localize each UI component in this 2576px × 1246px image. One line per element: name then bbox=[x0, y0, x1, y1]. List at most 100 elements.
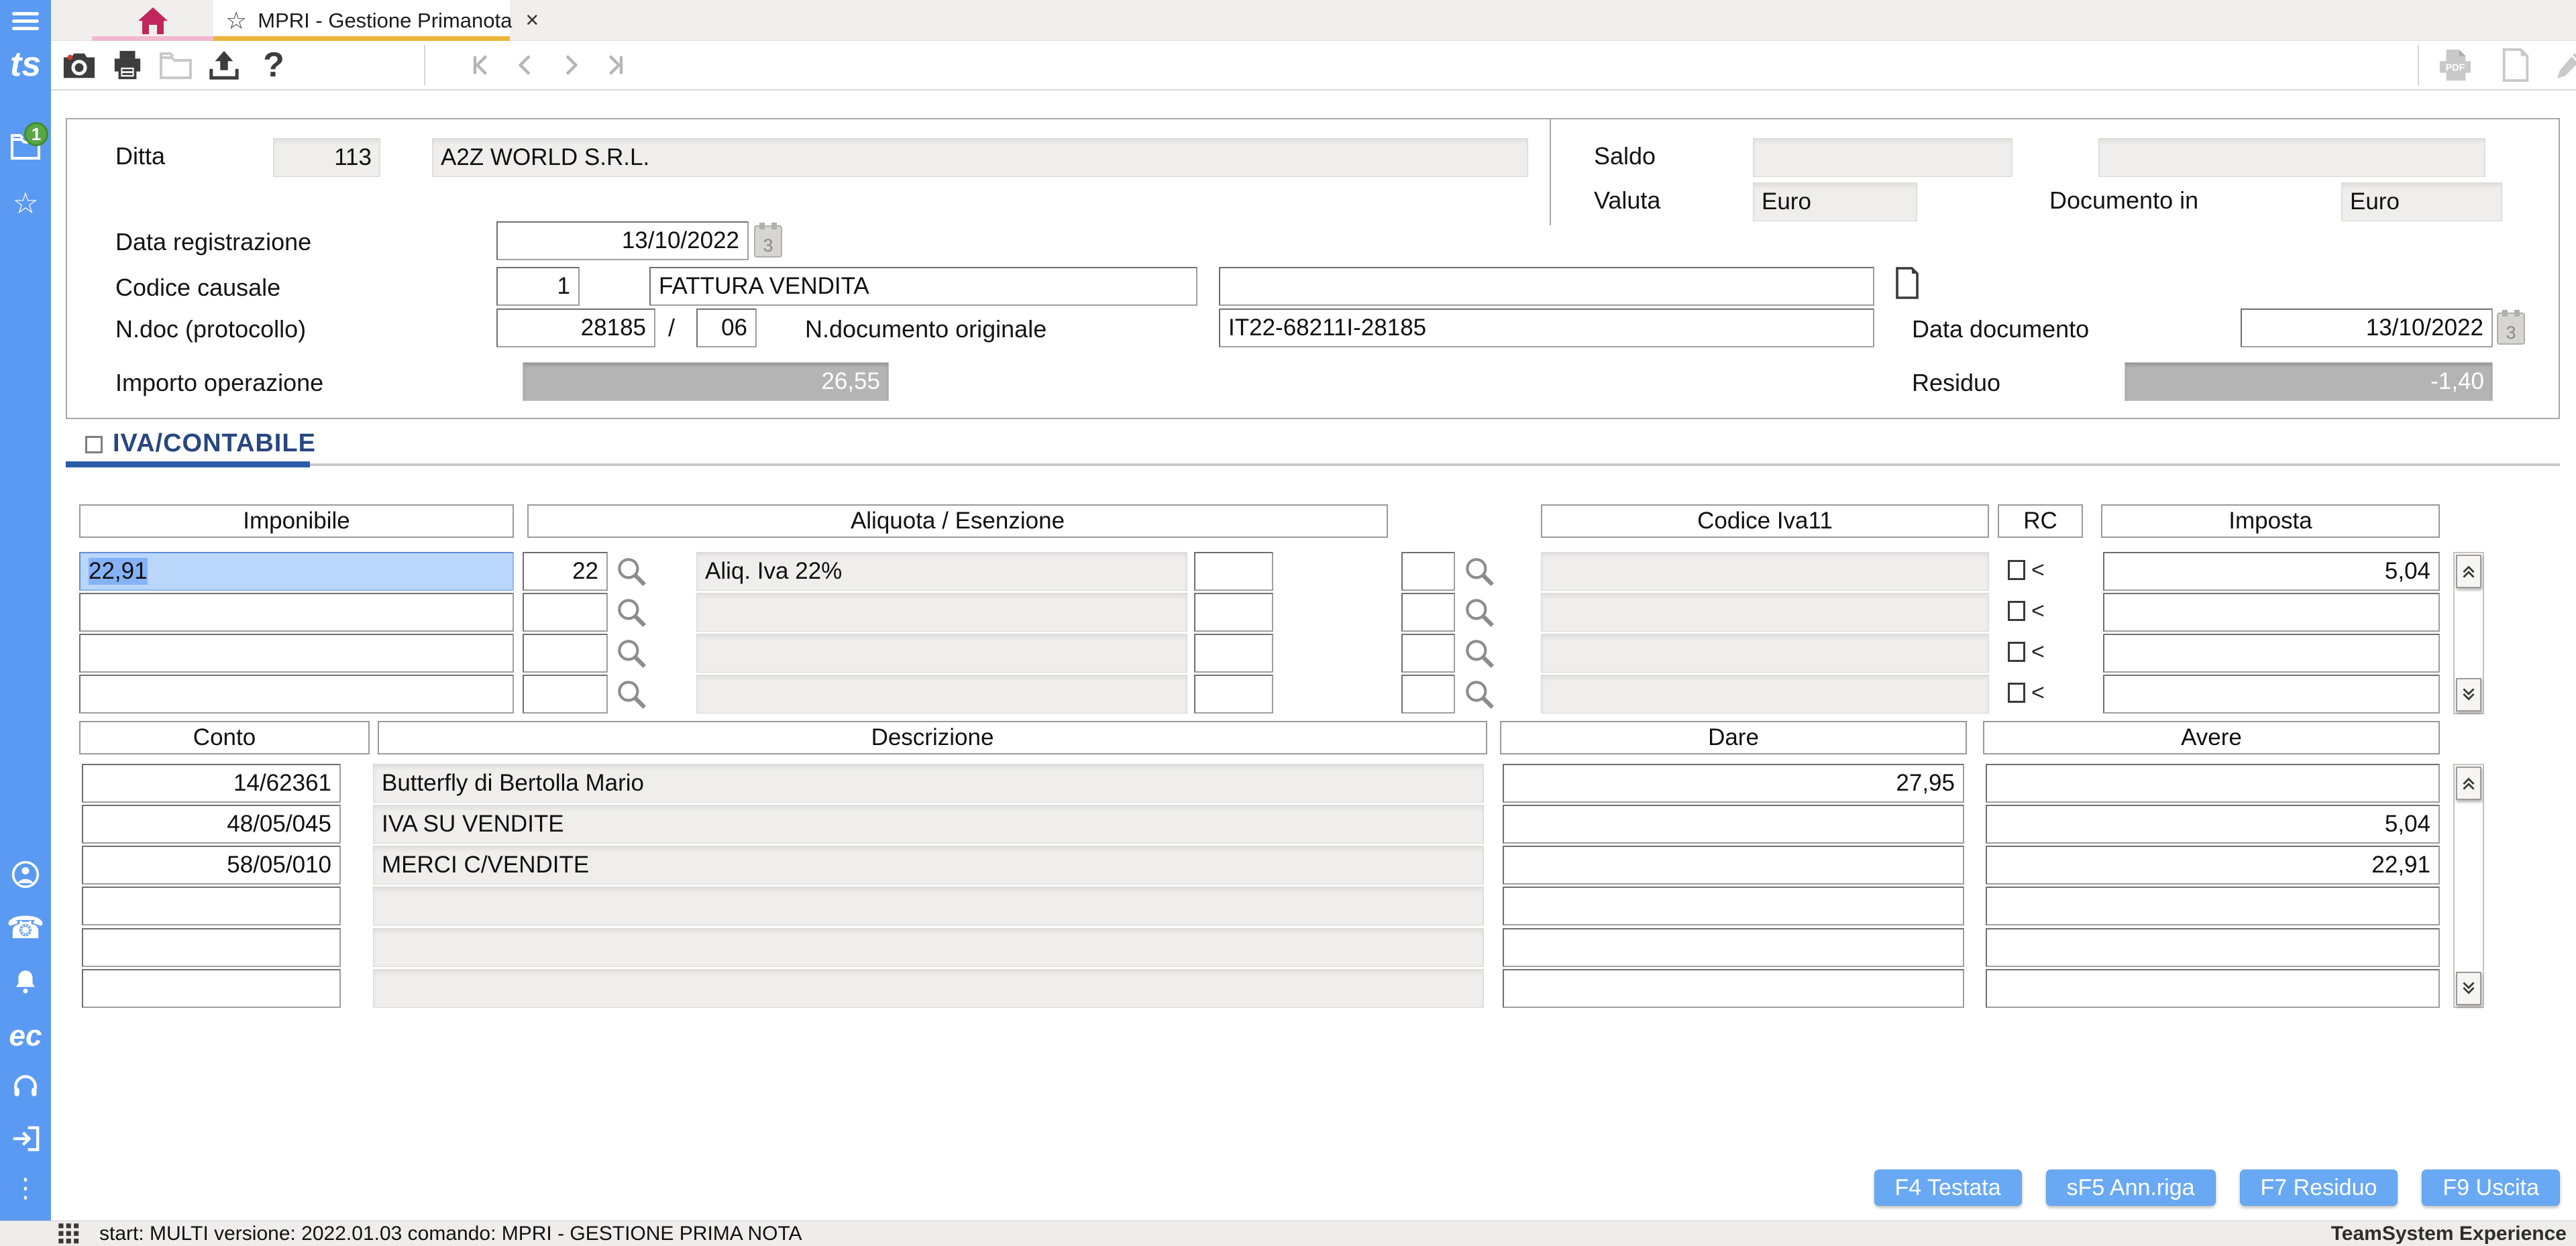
notifications-bell-icon[interactable] bbox=[0, 967, 51, 995]
iva-imponibile-field[interactable] bbox=[79, 593, 514, 632]
ec-logo-icon[interactable]: ec bbox=[0, 1019, 51, 1053]
scroll-down-icon[interactable] bbox=[2456, 972, 2481, 1005]
edit-pencil-icon[interactable] bbox=[2552, 48, 2576, 82]
open-folder-icon[interactable] bbox=[158, 48, 193, 82]
iva-imponibile-field[interactable] bbox=[79, 675, 514, 714]
iva-imponibile-field[interactable] bbox=[79, 634, 514, 673]
nav-prev-icon[interactable] bbox=[508, 48, 543, 82]
search-aliquota-icon[interactable] bbox=[614, 677, 648, 714]
ndoc-field[interactable]: 28185 bbox=[496, 308, 655, 347]
rc-checkbox[interactable] bbox=[2008, 683, 2025, 703]
document-page-icon[interactable] bbox=[1894, 267, 1920, 302]
iva-imposta-field[interactable] bbox=[2103, 593, 2440, 632]
phone-icon[interactable]: ☎ bbox=[0, 912, 51, 943]
tab-mpri-gestione-primanota[interactable]: ☆ MPRI - Gestione Primanota × bbox=[213, 0, 510, 41]
rc-checkbox[interactable] bbox=[2008, 560, 2025, 580]
dare-field[interactable] bbox=[1503, 846, 1964, 885]
calendar-icon-2[interactable]: 3 bbox=[2497, 313, 2525, 345]
search-codice-icon[interactable] bbox=[1462, 555, 1496, 591]
help-icon[interactable]: ? bbox=[256, 48, 291, 82]
iva-imposta-field[interactable]: 5,04 bbox=[2103, 552, 2440, 591]
rc-checkbox[interactable] bbox=[2008, 601, 2025, 621]
conto-field[interactable] bbox=[82, 887, 341, 925]
upload-icon[interactable] bbox=[207, 48, 241, 82]
ndoc-suffix-field[interactable]: 06 bbox=[696, 308, 757, 347]
codice-causale-field[interactable]: 1 bbox=[496, 267, 580, 306]
avere-field[interactable] bbox=[1986, 928, 2440, 967]
avere-field[interactable] bbox=[1986, 764, 2440, 803]
search-aliquota-icon[interactable] bbox=[614, 636, 648, 673]
conto-field[interactable]: 48/05/045 bbox=[82, 805, 341, 844]
search-codice-icon[interactable] bbox=[1462, 636, 1496, 673]
iva-imposta-field[interactable] bbox=[2103, 675, 2440, 714]
iva-esenzione-field[interactable] bbox=[1194, 593, 1273, 632]
iva-scrollbar[interactable] bbox=[2453, 552, 2484, 714]
search-codice-icon[interactable] bbox=[1462, 596, 1496, 632]
sf5-annulla-riga-button[interactable]: sF5 Ann.riga bbox=[2046, 1170, 2216, 1206]
tab-iva-contabile[interactable]: IVA/CONTABILE bbox=[113, 429, 316, 458]
iva-aliquota-field[interactable]: 22 bbox=[523, 552, 608, 591]
causale-extra-field[interactable] bbox=[1219, 267, 1874, 306]
iva-codice-field[interactable] bbox=[1401, 634, 1455, 673]
tab-favorite-star-icon[interactable]: ☆ bbox=[225, 7, 247, 35]
iva-esenzione-field[interactable] bbox=[1194, 634, 1273, 673]
dare-field[interactable] bbox=[1503, 887, 1964, 925]
scroll-up-icon[interactable] bbox=[2456, 555, 2481, 588]
iva-esenzione-field[interactable] bbox=[1194, 675, 1273, 714]
scroll-down-icon[interactable] bbox=[2456, 678, 2481, 712]
iva-aliquota-field[interactable] bbox=[523, 593, 608, 632]
logout-icon[interactable] bbox=[0, 1125, 51, 1152]
rc-mark: < bbox=[2031, 598, 2045, 624]
more-options-icon[interactable]: ⋮ bbox=[0, 1175, 51, 1202]
avere-field[interactable]: 22,91 bbox=[1986, 846, 2440, 885]
iva-aliquota-field[interactable] bbox=[523, 675, 608, 714]
tab-close-icon[interactable]: × bbox=[512, 7, 539, 34]
avere-field[interactable]: 5,04 bbox=[1986, 805, 2440, 844]
favorites-star-icon[interactable]: ☆ bbox=[0, 189, 51, 219]
dare-field[interactable]: 27,95 bbox=[1503, 764, 1964, 803]
section-checkbox[interactable] bbox=[85, 436, 103, 453]
app-grid-icon[interactable] bbox=[58, 1223, 80, 1245]
conto-field[interactable] bbox=[82, 969, 341, 1008]
hamburger-menu-icon[interactable] bbox=[12, 12, 39, 31]
calendar-icon[interactable]: 3 bbox=[754, 225, 782, 258]
data-registrazione-field[interactable]: 13/10/2022 bbox=[496, 221, 749, 260]
avere-field[interactable] bbox=[1986, 887, 2440, 925]
home-tab[interactable] bbox=[92, 0, 213, 41]
f9-uscita-button[interactable]: F9 Uscita bbox=[2422, 1170, 2560, 1206]
export-pdf-icon[interactable]: PDF bbox=[2438, 48, 2473, 82]
nav-last-icon[interactable] bbox=[597, 48, 632, 82]
dare-field[interactable] bbox=[1503, 969, 1964, 1008]
nav-next-icon[interactable] bbox=[553, 48, 588, 82]
iva-codice-field[interactable] bbox=[1401, 552, 1455, 591]
iva-esenzione-field[interactable] bbox=[1194, 552, 1273, 591]
new-document-icon[interactable] bbox=[2498, 48, 2533, 82]
iva-codice-field[interactable] bbox=[1401, 593, 1455, 632]
iva-aliquota-field[interactable] bbox=[523, 634, 608, 673]
f4-testata-button[interactable]: F4 Testata bbox=[1874, 1170, 2022, 1206]
iva-imposta-field[interactable] bbox=[2103, 634, 2440, 673]
iva-codice-field[interactable] bbox=[1401, 675, 1455, 714]
conti-scrollbar[interactable] bbox=[2453, 764, 2484, 1008]
support-headset-icon[interactable] bbox=[0, 1072, 51, 1101]
f7-residuo-button[interactable]: F7 Residuo bbox=[2240, 1170, 2398, 1206]
search-codice-icon[interactable] bbox=[1462, 677, 1496, 714]
conto-field[interactable]: 14/62361 bbox=[82, 764, 341, 803]
causale-descrizione-field[interactable]: FATTURA VENDITA bbox=[649, 267, 1197, 306]
conto-field[interactable]: 58/05/010 bbox=[82, 846, 341, 885]
ndoc-originale-field[interactable]: IT22-68211I-28185 bbox=[1219, 308, 1874, 347]
screenshot-camera-icon[interactable] bbox=[62, 48, 97, 82]
data-documento-field[interactable]: 13/10/2022 bbox=[2241, 308, 2493, 347]
conto-field[interactable] bbox=[82, 928, 341, 967]
nav-first-icon[interactable] bbox=[464, 48, 499, 82]
search-aliquota-icon[interactable] bbox=[614, 555, 648, 591]
user-profile-icon[interactable] bbox=[0, 860, 51, 889]
print-icon[interactable] bbox=[110, 48, 145, 82]
rc-checkbox[interactable] bbox=[2008, 642, 2025, 662]
avere-field[interactable] bbox=[1986, 969, 2440, 1008]
dare-field[interactable] bbox=[1503, 805, 1964, 844]
scroll-up-icon[interactable] bbox=[2456, 767, 2481, 800]
dare-field[interactable] bbox=[1503, 928, 1964, 967]
iva-imponibile-field[interactable]: 22,91 bbox=[79, 552, 514, 591]
search-aliquota-icon[interactable] bbox=[614, 596, 648, 632]
